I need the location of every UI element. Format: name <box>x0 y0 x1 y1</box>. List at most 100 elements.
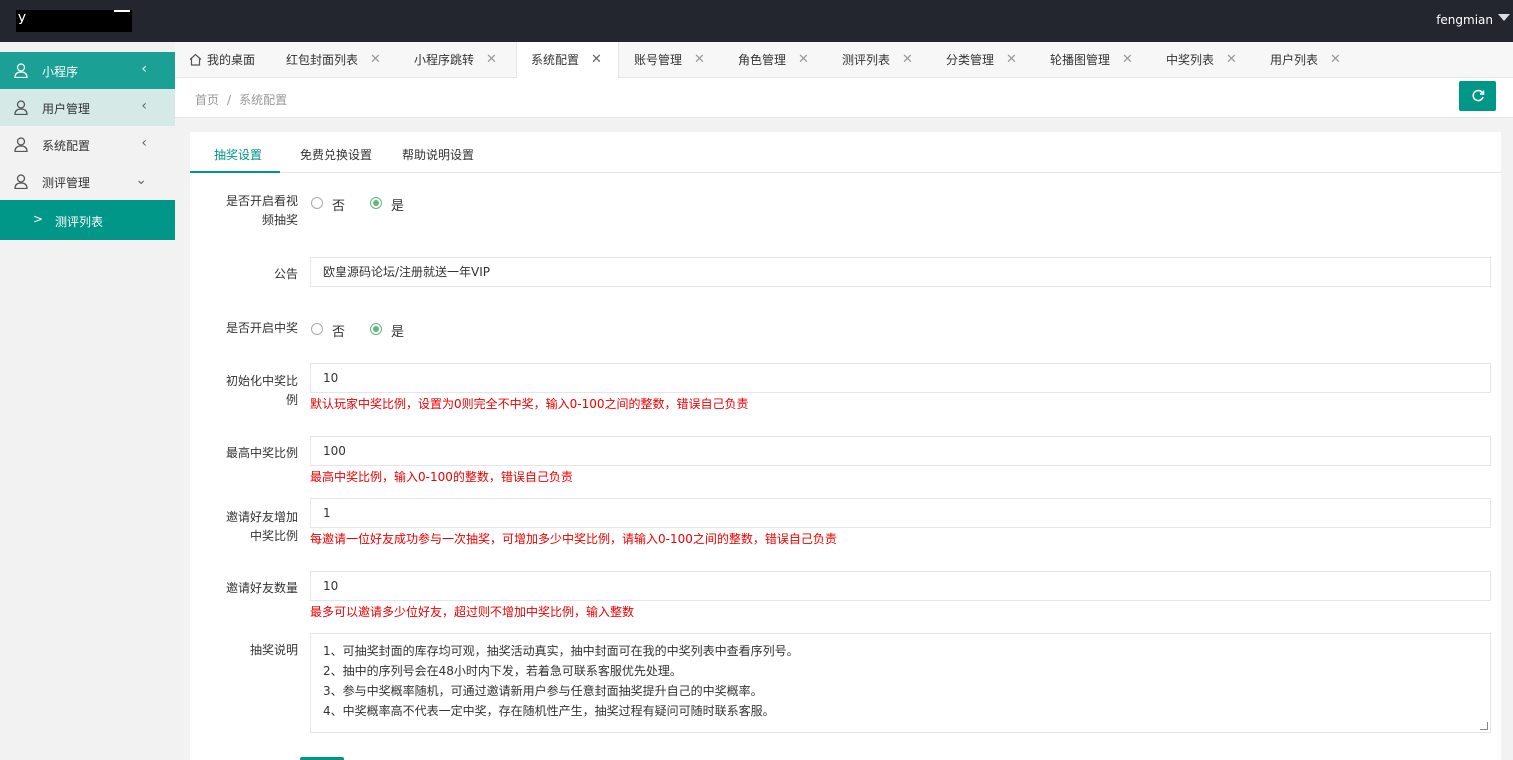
tab-account-management[interactable]: 账号管理 ✕ <box>634 42 714 78</box>
invite-count-input[interactable]: 10 <box>310 571 1491 601</box>
tab-label: 轮播图管理 <box>1050 53 1111 67</box>
app-logo[interactable]: У <box>16 10 132 32</box>
chevron-right-icon: > <box>33 212 44 226</box>
user-icon <box>14 137 28 152</box>
video-lottery-option-no[interactable]: 否 <box>332 195 345 214</box>
win-enabled-radio-yes[interactable] <box>370 323 382 335</box>
user-icon <box>14 174 28 189</box>
close-icon[interactable]: ✕ <box>694 42 705 78</box>
tab-label: 测评列表 <box>842 53 891 67</box>
resize-handle[interactable] <box>1480 722 1488 730</box>
home-icon <box>189 53 202 66</box>
breadcrumb-bar: 首页 / 系统配置 <box>175 78 1513 118</box>
invite-count-label: 邀请好友数量 <box>225 581 298 595</box>
user-icon <box>14 63 28 78</box>
tab-label: 红包封面列表 <box>286 53 359 67</box>
max-rate-label: 最高中奖比例 <box>225 446 298 460</box>
tab-carousel-management[interactable]: 轮播图管理 ✕ <box>1050 42 1140 78</box>
win-enabled-option-no[interactable]: 否 <box>332 321 345 340</box>
breadcrumb: 首页 / 系统配置 <box>195 91 287 108</box>
refresh-button[interactable] <box>1459 81 1496 111</box>
video-lottery-option-yes[interactable]: 是 <box>391 195 404 214</box>
tab-miniprogram-jump[interactable]: 小程序跳转 ✕ <box>414 42 504 78</box>
active-tab-indicator <box>190 171 280 173</box>
tab-label: 角色管理 <box>738 53 787 67</box>
settings-card: 抽奖设置 免费兑换设置 帮助说明设置 是否开启看视 频抽奖 否 是 公告 欧皇源… <box>190 132 1501 760</box>
tab-label: 系统配置 <box>531 53 580 67</box>
close-icon[interactable]: ✕ <box>1006 42 1017 78</box>
init-rate-label: 初始化中奖比 例 <box>225 374 298 407</box>
close-icon[interactable]: ✕ <box>1226 42 1237 78</box>
tab-label: 中奖列表 <box>1166 53 1215 67</box>
logo-text: У <box>18 13 26 28</box>
sidebar-item-evaluation[interactable]: 测评管理 ⌄ <box>0 163 175 200</box>
description-textarea[interactable]: 1、可抽奖封面的库存均可观，抽奖活动真实，抽中封面可在我的中奖列表中查看序列号。… <box>310 633 1491 733</box>
video-lottery-label: 是否开启看视 频抽奖 <box>225 194 298 227</box>
close-icon[interactable]: ✕ <box>798 42 809 78</box>
description-label: 抽奖说明 <box>249 643 298 657</box>
max-rate-hint: 最高中奖比例，输入0-100的整数，错误自己负责 <box>310 470 573 484</box>
chevron-left-icon: ‹ <box>141 61 147 77</box>
sidebar-item-system-config[interactable]: 系统配置 ‹ <box>0 126 175 163</box>
invite-rate-hint: 每邀请一位好友成功参与一次抽奖，可增加多少中奖比例，请输入0-100之间的整数，… <box>310 532 837 546</box>
tab-evaluation-list[interactable]: 测评列表 ✕ <box>842 42 922 78</box>
tab-help-settings[interactable]: 帮助说明设置 <box>402 146 474 163</box>
breadcrumb-home[interactable]: 首页 <box>195 93 219 107</box>
video-lottery-radio-yes[interactable] <box>370 197 382 209</box>
tab-free-redeem-settings[interactable]: 免费兑换设置 <box>300 146 372 163</box>
description-line: 1、可抽奖封面的库存均可观，抽奖活动真实，抽中封面可在我的中奖列表中查看序列号。 <box>323 644 799 658</box>
breadcrumb-separator: / <box>227 93 232 107</box>
close-icon[interactable]: ✕ <box>1122 42 1133 78</box>
notice-input[interactable]: 欧皇源码论坛/注册就送一年VIP <box>310 257 1491 287</box>
sidebar-item-label: 系统配置 <box>42 139 91 153</box>
sidebar-item-label: 用户管理 <box>42 102 91 116</box>
init-rate-input[interactable]: 10 <box>310 363 1491 393</box>
logo-mark <box>114 10 130 12</box>
user-icon <box>14 100 28 115</box>
chevron-down-icon: ⌄ <box>135 172 147 188</box>
win-enabled-label: 是否开启中奖 <box>225 321 298 335</box>
chevron-left-icon: ‹ <box>141 135 147 151</box>
win-enabled-option-yes[interactable]: 是 <box>391 321 404 340</box>
breadcrumb-current: 系统配置 <box>239 93 288 107</box>
sidebar: 小程序 ‹ 用户管理 ‹ 系统配置 ‹ 测评管理 ⌄ > 测评列表 <box>0 42 175 760</box>
close-icon[interactable]: ✕ <box>486 42 497 78</box>
top-bar: У fengmian <box>0 0 1513 42</box>
tab-system-config[interactable]: 系统配置 ✕ <box>516 42 619 79</box>
init-rate-hint: 默认玩家中奖比例，设置为0则完全不中奖，输入0-100之间的整数，错误自己负责 <box>310 397 749 411</box>
sidebar-item-label: 小程序 <box>42 65 79 79</box>
sidebar-item-users[interactable]: 用户管理 ‹ <box>0 89 175 126</box>
notice-label: 公告 <box>273 267 298 281</box>
close-icon[interactable]: ✕ <box>902 42 913 78</box>
close-icon[interactable]: ✕ <box>370 42 381 78</box>
invite-rate-input[interactable]: 1 <box>310 498 1491 528</box>
description-line: 2、抽中的序列号会在48小时内下发，若着急可联系客服优先处理。 <box>323 664 682 678</box>
close-icon[interactable]: ✕ <box>591 42 602 78</box>
tab-role-management[interactable]: 角色管理 ✕ <box>738 42 818 78</box>
description-line: 3、参与中奖概率随机，可通过邀请新用户参与任意封面抽奖提升自己的中奖概率。 <box>323 684 763 698</box>
chevron-left-icon: ‹ <box>141 98 147 114</box>
caret-down-icon[interactable] <box>1498 14 1510 21</box>
sidebar-subitem-evaluation-list[interactable]: > 测评列表 <box>0 200 175 240</box>
tab-red-envelope-list[interactable]: 红包封面列表 ✕ <box>286 42 386 78</box>
description-line: 4、中奖概率高不代表一定中奖，存在随机性产生，抽奖过程有疑问可随时联系客服。 <box>323 704 775 718</box>
tab-label: 用户列表 <box>1270 53 1319 67</box>
username[interactable]: fengmian <box>1436 13 1493 27</box>
tab-winner-list[interactable]: 中奖列表 ✕ <box>1166 42 1246 78</box>
tab-category-management[interactable]: 分类管理 ✕ <box>946 42 1026 78</box>
sidebar-item-miniprogram[interactable]: 小程序 ‹ <box>0 52 175 89</box>
invite-rate-label: 邀请好友增加 中奖比例 <box>225 510 298 543</box>
max-rate-input[interactable]: 100 <box>310 436 1491 466</box>
close-icon[interactable]: ✕ <box>1330 42 1341 78</box>
refresh-icon <box>1471 89 1484 102</box>
tab-lottery-settings[interactable]: 抽奖设置 <box>214 146 262 163</box>
video-lottery-radio-no[interactable] <box>311 197 323 209</box>
sidebar-subitem-label: 测评列表 <box>55 215 104 229</box>
settings-tabs: 抽奖设置 免费兑换设置 帮助说明设置 <box>190 132 1501 173</box>
win-enabled-radio-no[interactable] <box>311 323 323 335</box>
tab-label: 小程序跳转 <box>414 53 475 67</box>
invite-count-hint: 最多可以邀请多少位好友，超过则不增加中奖比例，输入整数 <box>310 605 635 619</box>
tab-label: 我的桌面 <box>207 53 256 67</box>
sidebar-item-label: 测评管理 <box>42 176 91 190</box>
tab-user-list[interactable]: 用户列表 ✕ <box>1270 42 1350 78</box>
